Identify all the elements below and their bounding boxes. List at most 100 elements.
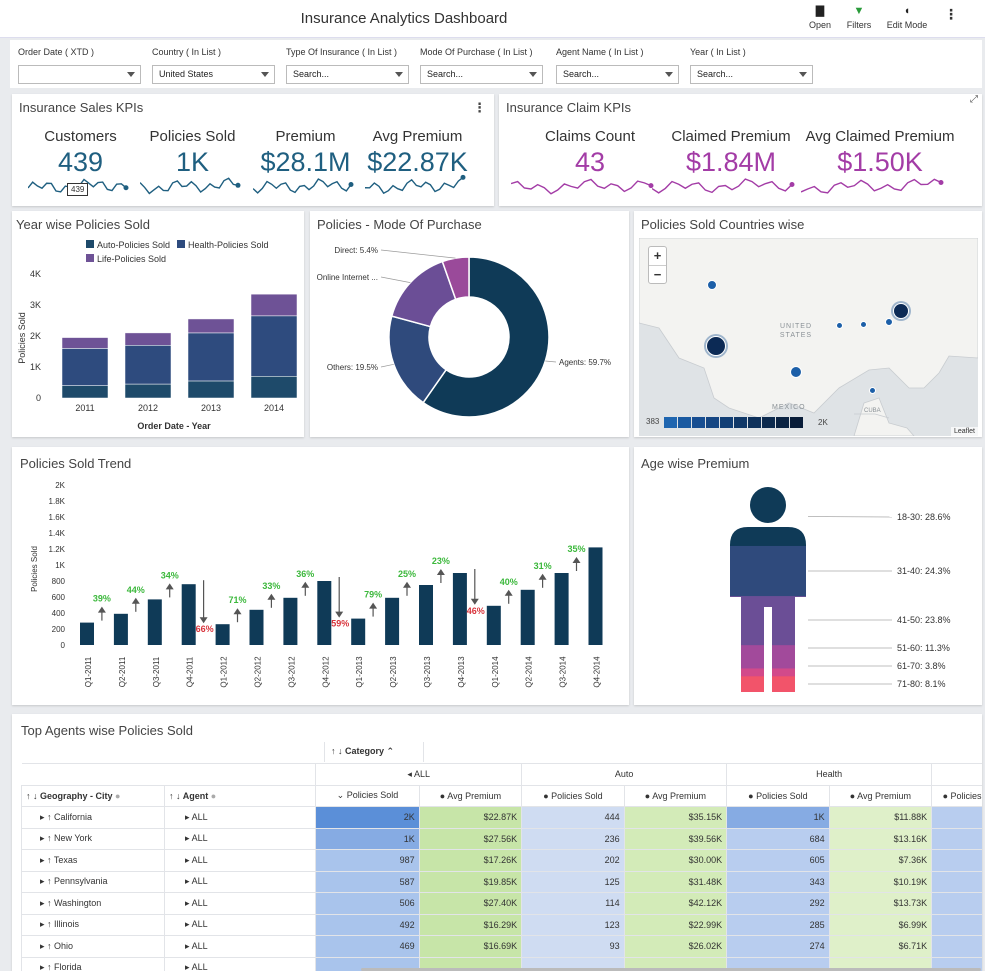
filter-dropdown[interactable]: Search...: [556, 65, 679, 84]
group-header[interactable]: [931, 763, 982, 786]
trend-change-label: 79%: [364, 590, 382, 600]
card-menu-icon[interactable]: ⋮: [473, 100, 486, 116]
trend-arrowhead: [436, 569, 445, 575]
category-header[interactable]: ↑ ↓ Category ⌃: [324, 742, 424, 762]
zoom-in-button[interactable]: +: [649, 247, 666, 266]
trend-arrowhead: [470, 598, 479, 605]
city-cell[interactable]: ▸ ↑ California: [20, 806, 166, 829]
measure-header[interactable]: ● Policies: [931, 784, 982, 807]
agent-cell[interactable]: ▸ ALL: [164, 849, 317, 872]
measure-header[interactable]: ● Avg Premium: [623, 784, 728, 807]
measure-header[interactable]: ● Avg Premium: [418, 784, 523, 807]
open-button[interactable]: ▇ Open: [806, 4, 834, 30]
agent-cell[interactable]: ▸ ALL: [164, 892, 317, 915]
agent-cell[interactable]: ▸ ALL: [164, 956, 317, 971]
bar-segment: [124, 383, 172, 399]
agent-cell[interactable]: ▸ ALL: [164, 806, 317, 829]
map-marker[interactable]: [835, 321, 843, 329]
x-tick-label: Q4-2014: [593, 656, 602, 688]
filter-dropdown[interactable]: United States: [152, 65, 275, 84]
slice-leader: [380, 276, 411, 283]
group-header[interactable]: Auto: [521, 763, 728, 786]
more-options-icon[interactable]: ⋮: [944, 6, 958, 23]
menu-dot-icon[interactable]: ●: [211, 791, 216, 801]
map-marker[interactable]: [885, 318, 893, 326]
age-label: 18-30: 28.6%: [897, 512, 951, 522]
filter-dropdown[interactable]: Search...: [690, 65, 813, 84]
trend-bar: [283, 597, 298, 645]
city-cell[interactable]: ▸ ↑ Pennsylvania: [20, 870, 166, 893]
table-row[interactable]: ▸ ↑ Pennsylvania ▸ ALL 587 $19.85K 125 $31.48…: [20, 870, 982, 893]
row-header[interactable]: ↑ ↓ Geography - City ●: [20, 784, 166, 807]
value-cell: $42.12K: [623, 892, 728, 915]
value-cell: 114: [521, 892, 625, 915]
map-zoom-control: + −: [648, 246, 667, 284]
table-row[interactable]: ▸ ↑ Texas ▸ ALL 987 $17.26K 202 $30.00K 605 $7.…: [20, 849, 982, 872]
zoom-out-button[interactable]: −: [649, 266, 666, 284]
agent-cell[interactable]: ▸ ALL: [164, 935, 317, 958]
collapse-icon[interactable]: ⌃: [384, 746, 395, 756]
sales-kpi-card: Insurance Sales KPIs ⋮ Customers 439 Polic…: [12, 94, 494, 206]
trend-bar: [147, 599, 162, 645]
city-cell[interactable]: ▸ ↑ Ohio: [20, 935, 166, 958]
agent-cell[interactable]: ▸ ALL: [164, 870, 317, 893]
edit-mode-button[interactable]: ◖ Edit Mode: [884, 4, 930, 30]
filter-dropdown[interactable]: Search...: [286, 65, 409, 84]
sort-icon[interactable]: ↑ ↓: [331, 746, 345, 756]
map-view[interactable]: UNITED STATES MEXICO CUBA + − 383 2K Lea…: [639, 238, 978, 436]
x-tick-label: Q4-2012: [321, 656, 330, 688]
map-marker[interactable]: [859, 320, 867, 328]
table-row[interactable]: ▸ ↑ Ohio ▸ ALL 469 $16.69K 93 $26.02K 274 $6.71…: [20, 935, 982, 958]
x-axis-label: Order Date - Year: [137, 421, 211, 431]
table-row[interactable]: ▸ ↑ Washington ▸ ALL 506 $27.40K 114 $42.12K 2…: [20, 892, 982, 915]
city-cell[interactable]: ▸ ↑ New York: [20, 827, 166, 850]
city-cell[interactable]: ▸ ↑ Texas: [20, 849, 166, 872]
measure-header[interactable]: ● Avg Premium: [828, 784, 933, 807]
map-marker[interactable]: [893, 303, 909, 319]
measure-header[interactable]: ● Policies Sold: [726, 784, 830, 807]
value-cell: $39.56K: [623, 827, 728, 850]
y-tick-label: 0: [61, 641, 66, 650]
group-header[interactable]: ◂ ALL: [315, 763, 523, 786]
map-marker[interactable]: [707, 280, 717, 290]
expand-icon[interactable]: ⤢: [970, 94, 978, 105]
row-header[interactable]: ↑ ↓ Agent ●: [164, 784, 317, 807]
filter-dropdown[interactable]: Search...: [420, 65, 543, 84]
map-legend-max: 2K: [818, 418, 828, 427]
map-marker[interactable]: [790, 366, 802, 378]
x-tick-label: Q2-2012: [254, 656, 263, 688]
trend-bar: [452, 573, 467, 645]
measure-header[interactable]: ⌄ Policies Sold: [315, 784, 420, 807]
value-cell: $6.71K: [828, 935, 933, 958]
trend-bar: [351, 618, 366, 645]
table-row[interactable]: ▸ ↑ Illinois ▸ ALL 492 $16.29K 123 $22.99K 285…: [20, 913, 982, 936]
slice-label: Agents: 59.7%: [559, 358, 611, 367]
value-cell: $13.16K: [828, 827, 933, 850]
kpi-label: Policies Sold: [149, 128, 236, 145]
map-attribution[interactable]: Leaflet: [950, 427, 978, 436]
x-tick-label: Q4-2013: [457, 656, 466, 688]
filter-icon: ▼: [853, 5, 865, 17]
group-header[interactable]: Health: [726, 763, 933, 786]
map-marker[interactable]: [868, 386, 876, 394]
open-button-label: Open: [808, 20, 832, 30]
map-marker[interactable]: [706, 336, 726, 356]
agent-cell[interactable]: ▸ ALL: [164, 827, 317, 850]
city-cell[interactable]: ▸ ↑ Florida: [20, 956, 166, 971]
filter-dropdown[interactable]: [18, 65, 141, 84]
sales-kpi-title: Insurance Sales KPIs: [19, 100, 144, 115]
trend-change-label: 33%: [262, 581, 280, 591]
category-label: Category: [345, 746, 385, 756]
city-cell[interactable]: ▸ ↑ Washington: [20, 892, 166, 915]
kpi-sparkline: [652, 178, 795, 194]
kpi-label: Customers: [44, 128, 117, 145]
menu-dot-icon[interactable]: ●: [115, 791, 120, 801]
table-row[interactable]: ▸ ↑ New York ▸ ALL 1K $27.56K 236 $39.56K 684 $…: [20, 827, 982, 850]
filters-button[interactable]: ▼ Filters: [842, 4, 876, 30]
agent-cell[interactable]: ▸ ALL: [164, 913, 317, 936]
city-cell[interactable]: ▸ ↑ Illinois: [20, 913, 166, 936]
measure-header[interactable]: ● Policies Sold: [521, 784, 625, 807]
scale-swatch: [776, 417, 789, 428]
value-cell: $7.36K: [828, 849, 933, 872]
table-row[interactable]: ▸ ↑ California ▸ ALL 2K $22.87K 444 $35.15K 1K…: [20, 806, 982, 829]
